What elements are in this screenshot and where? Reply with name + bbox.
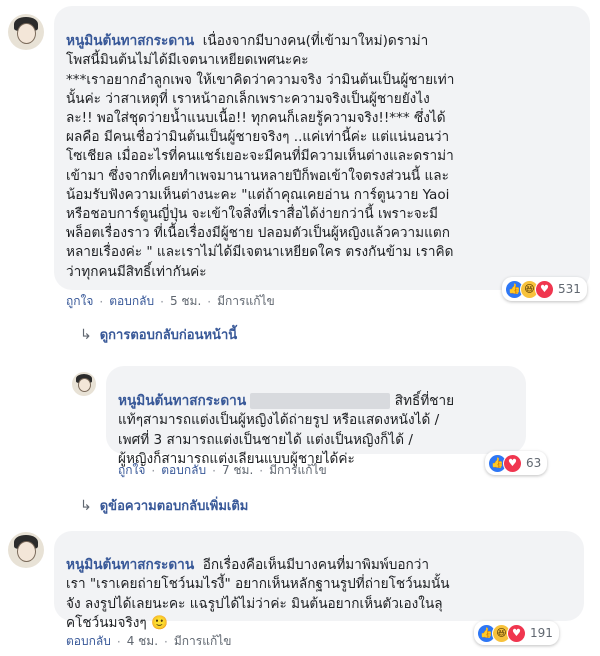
reaction-count: 191: [530, 626, 553, 640]
timestamp[interactable]: 5 ชม.: [170, 292, 201, 311]
reply-text: หนูมินต้นทาสกระดาน สิทธิ์ที่ชาย แท้ๆสามา…: [118, 373, 524, 469]
reply-author[interactable]: หนูมินต้นทาสกระดาน: [118, 393, 246, 409]
redacted-mention: [250, 393, 391, 410]
reaction-summary[interactable]: 👍 😆 ♥ 531: [502, 277, 587, 301]
like-link[interactable]: ถูกใจ: [118, 461, 145, 480]
comment-author[interactable]: หนูมินต้นทาสกระดาน: [66, 557, 194, 573]
edited-label[interactable]: มีการแก้ไข: [217, 292, 275, 311]
view-previous-label: ดูการตอบกลับก่อนหน้านี้: [99, 328, 238, 343]
timestamp[interactable]: 4 ชม.: [127, 632, 158, 651]
reply-first-line: สิทธิ์ที่ชาย: [394, 393, 455, 410]
comment-actions: ถูกใจ · ตอบกลับ · 5 ชม. · มีการแก้ไข: [66, 292, 275, 311]
comment-body: เนื่องจากมีบางคน(ที่เข้ามาใหม่)ดราม่า โพ…: [66, 33, 455, 280]
view-more-label: ดูข้อความตอบกลับเพิ่มเติม: [99, 499, 249, 514]
avatar[interactable]: [72, 372, 96, 396]
avatar[interactable]: [8, 14, 44, 50]
view-more-replies[interactable]: ↳ ดูข้อความตอบกลับเพิ่มเติม: [80, 495, 248, 516]
comment-actions: ตอบกลับ · 4 ชม. · มีการแก้ไข: [66, 632, 231, 651]
edited-label[interactable]: มีการแก้ไข: [269, 461, 327, 480]
edited-label[interactable]: มีการแก้ไข: [174, 632, 232, 651]
reply-actions: ถูกใจ · ตอบกลับ · 7 ชม. · มีการแก้ไข: [118, 461, 327, 480]
reaction-summary[interactable]: 👍 😆 ♥ 191: [474, 621, 559, 645]
like-link[interactable]: ถูกใจ: [66, 292, 93, 311]
reaction-summary[interactable]: 👍 ♥ 63: [485, 451, 548, 475]
love-reaction-icon: ♥: [503, 453, 522, 473]
reaction-count: 63: [526, 456, 542, 470]
reply-arrow-icon: ↳: [80, 326, 92, 343]
love-reaction-icon: ♥: [535, 279, 554, 299]
reaction-count: 531: [558, 282, 581, 296]
love-reaction-icon: ♥: [507, 623, 526, 643]
comment-text: หนูมินต้นทาสกระดาน อีกเรื่องคือเห็นมีบาง…: [66, 537, 582, 633]
reply-link[interactable]: ตอบกลับ: [66, 632, 111, 651]
comment-text: หนูมินต้นทาสกระดาน เนื่องจากมีบางคน(ที่เ…: [66, 13, 586, 282]
avatar[interactable]: [8, 532, 44, 568]
view-previous-replies[interactable]: ↳ ดูการตอบกลับก่อนหน้านี้: [80, 324, 237, 345]
reply-link[interactable]: ตอบกลับ: [109, 292, 154, 311]
timestamp[interactable]: 7 ชม.: [222, 461, 253, 480]
reply-link[interactable]: ตอบกลับ: [161, 461, 206, 480]
reply-body: แท้ๆสามารถแต่งเป็นผู้หญิงได้ถ่ายรูป หรือ…: [118, 412, 440, 467]
comment-author[interactable]: หนูมินต้นทาสกระดาน: [66, 33, 194, 49]
reply-arrow-icon: ↳: [80, 497, 92, 514]
